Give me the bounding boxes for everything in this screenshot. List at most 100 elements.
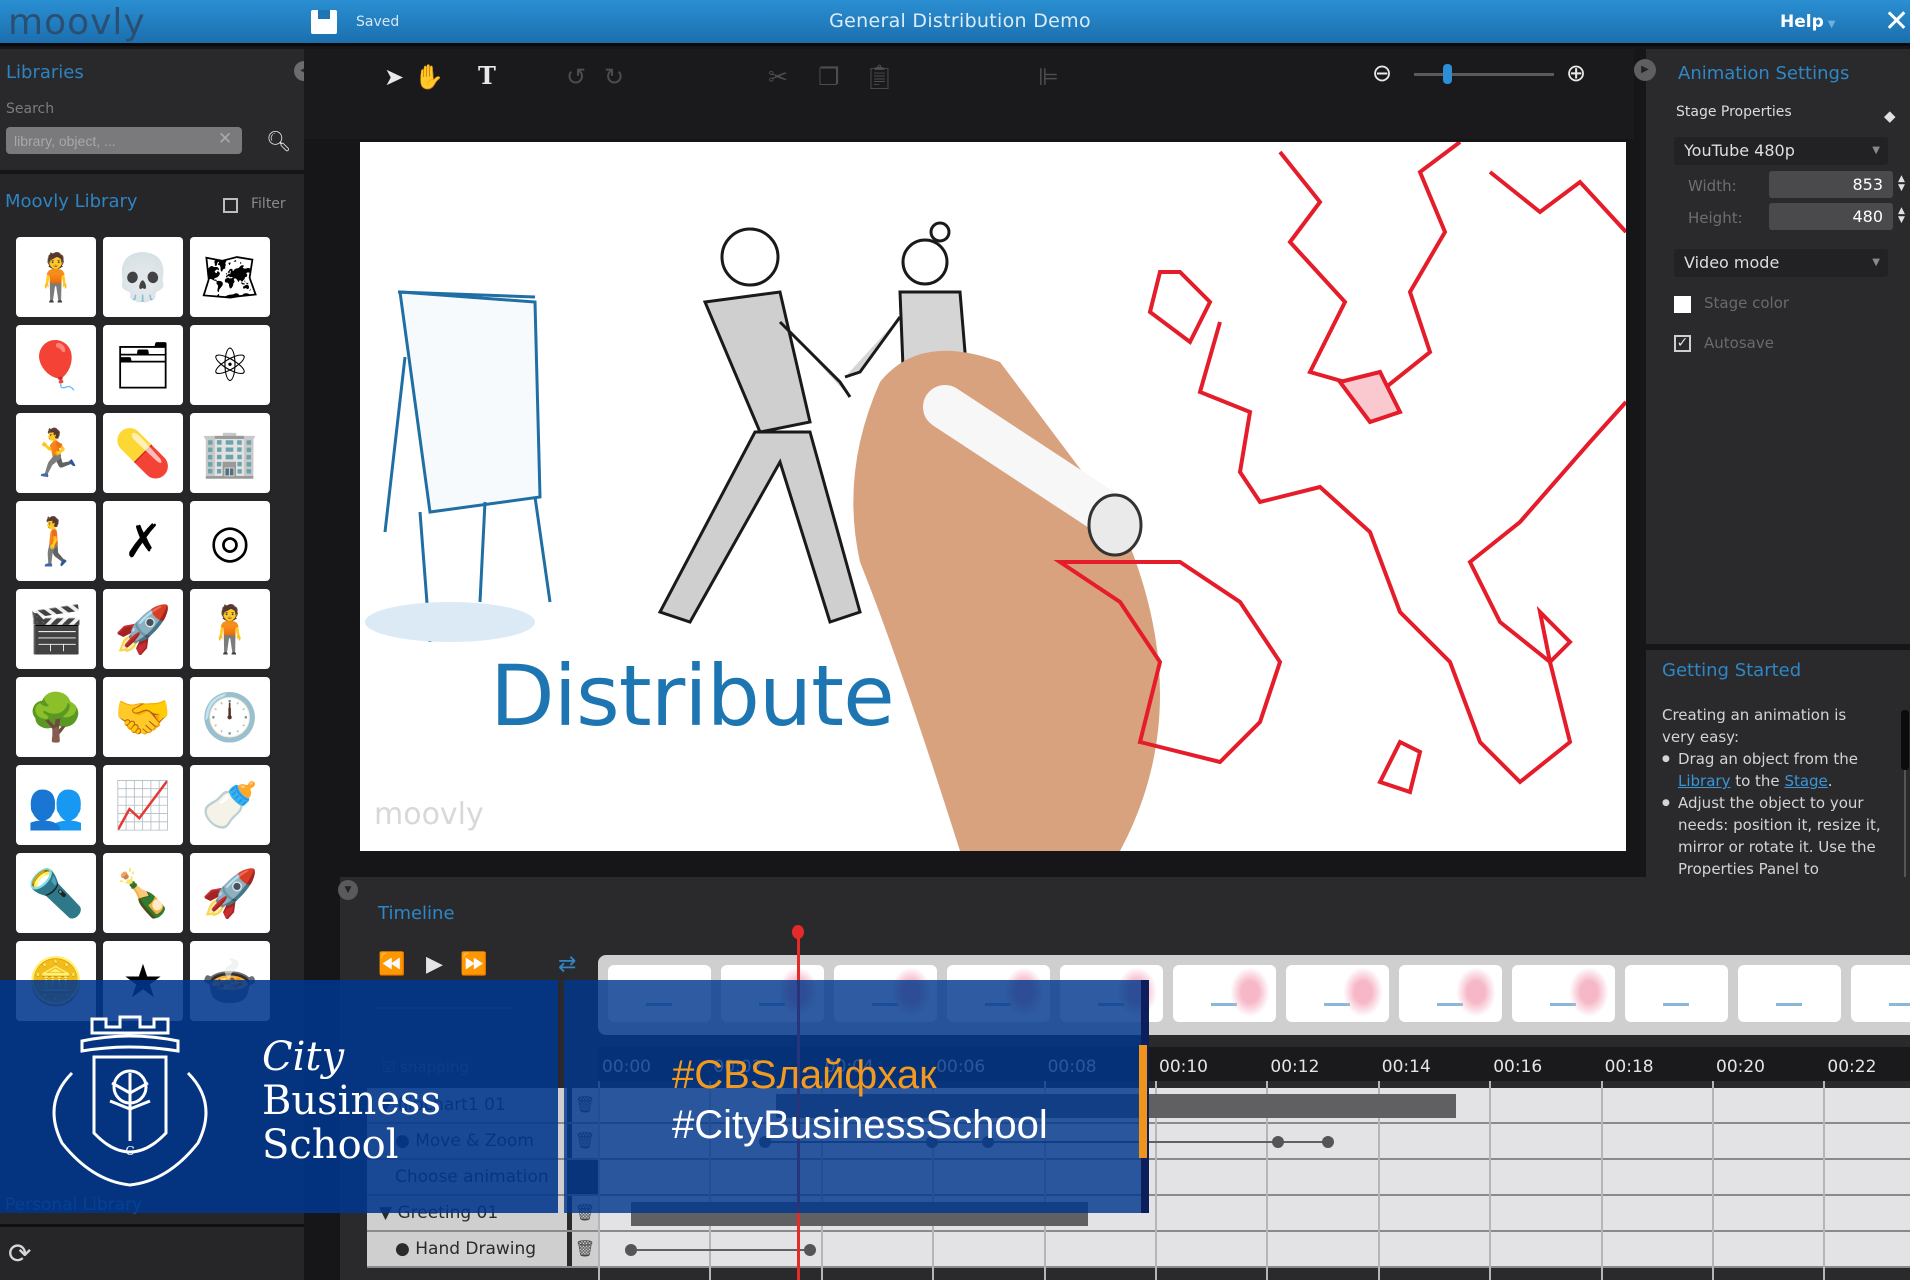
library-grid: 🧍💀🗺🎈🗂⚛🏃💊🏢🚶✗◎🎬🚀🧍🌳🤝🕛👥📈🍼🔦🍾🚀🪙★🍲 xyxy=(16,237,276,1021)
library-item-clapperboard[interactable]: 🎬 xyxy=(16,589,96,669)
library-item-park-scene[interactable]: 🌳 xyxy=(16,677,96,757)
library-item-spotlight[interactable]: 🔦 xyxy=(16,853,96,933)
library-item-crowd-sketch[interactable]: 👥 xyxy=(16,765,96,845)
timeline-row-label[interactable]: ● Hand Drawing xyxy=(367,1232,567,1266)
stage-color-checkbox[interactable] xyxy=(1674,296,1691,313)
select-arrow-icon[interactable]: ➤ xyxy=(384,63,404,91)
scene-thumbnail[interactable] xyxy=(1851,965,1910,1022)
getting-started-title: Getting Started xyxy=(1662,660,1802,681)
school-crest-logo: C xyxy=(52,1015,208,1187)
library-item-wine-bottle[interactable]: 🍾 xyxy=(103,853,183,933)
fast-forward-icon[interactable]: ⏩ xyxy=(460,952,487,977)
library-search-input[interactable] xyxy=(6,127,242,154)
time-gridline xyxy=(1823,1081,1826,1280)
filter-checkbox[interactable] xyxy=(223,198,238,213)
library-item-handshake-people[interactable]: 🤝 xyxy=(103,677,183,757)
library-item-rocket-trail[interactable]: 🚀 xyxy=(103,589,183,669)
accent-bar xyxy=(1139,1045,1147,1158)
autosave-checkbox[interactable]: ✓ xyxy=(1674,335,1691,352)
thumbnail-caption xyxy=(1663,1003,1689,1006)
copy-icon[interactable]: ❐ xyxy=(818,63,840,91)
stage-canvas[interactable]: Distribute moovly xyxy=(360,142,1626,851)
library-item-boy-with-cart[interactable]: 🚶 xyxy=(16,501,96,581)
rewind-icon[interactable]: ⏪ xyxy=(378,952,405,977)
library-item-red-cross[interactable]: ✗ xyxy=(103,501,183,581)
height-input[interactable]: 480 xyxy=(1769,203,1893,230)
zoom-slider[interactable] xyxy=(1414,64,1554,84)
width-input[interactable]: 853 xyxy=(1769,171,1893,198)
library-item-blue-rocket[interactable]: 🚀 xyxy=(190,853,270,933)
library-item-buildings[interactable]: 🏢 xyxy=(190,413,270,493)
zoom-out-icon[interactable]: ⊖ xyxy=(1372,59,1392,87)
scene-thumbnail[interactable] xyxy=(1738,965,1841,1022)
align-icon[interactable]: ⊫ xyxy=(1038,63,1059,91)
animation-span xyxy=(631,1249,810,1251)
library-item-pill[interactable]: 💊 xyxy=(103,413,183,493)
mode-value: Video mode xyxy=(1684,253,1780,272)
right-panel: Animation Settings Stage Properties ◆ Yo… xyxy=(1634,49,1910,889)
library-item-balloon[interactable]: 🎈 xyxy=(16,325,96,405)
scrollbar-thumb[interactable] xyxy=(1901,710,1909,770)
keyframe[interactable] xyxy=(803,1244,816,1256)
school-name: City Business School xyxy=(262,1035,441,1167)
loop-icon[interactable]: ⇄ xyxy=(558,952,576,977)
height-spinner-icon[interactable]: ▲ ▼ xyxy=(1898,207,1905,225)
cut-icon[interactable]: ✂ xyxy=(768,63,788,91)
library-item-banner-stand[interactable]: 🗂 xyxy=(103,325,183,405)
thumbnail-caption xyxy=(1889,1003,1910,1006)
help-label: Help xyxy=(1780,12,1824,32)
zoom-slider-thumb[interactable] xyxy=(1442,64,1452,84)
help-menu[interactable]: Help ▼ xyxy=(1780,12,1835,32)
keyframe[interactable] xyxy=(1321,1136,1334,1148)
drawing-hand xyxy=(853,350,1160,851)
paste-icon[interactable]: 📋︎ xyxy=(864,63,894,91)
moovly-library-title: Moovly Library xyxy=(5,191,138,212)
text-tool-icon[interactable]: T xyxy=(478,61,496,90)
width-spinner-icon[interactable]: ▲ ▼ xyxy=(1898,175,1905,193)
library-item-businessman[interactable]: 🧍 xyxy=(16,237,96,317)
height-label: Height: xyxy=(1688,209,1743,227)
close-icon[interactable]: ✕ xyxy=(1884,4,1909,39)
library-item-standing-man[interactable]: 🧍 xyxy=(190,589,270,669)
library-link[interactable]: Library xyxy=(1678,772,1730,790)
flipchart-drawing[interactable] xyxy=(365,290,552,643)
search-icon[interactable]: 🔍︎ xyxy=(266,129,291,153)
library-item-running-boy[interactable]: 🏃 xyxy=(16,413,96,493)
library-item-milk-bottle[interactable]: 🍼 xyxy=(190,765,270,845)
scene-thumbnail[interactable] xyxy=(1286,965,1389,1022)
scene-thumbnail[interactable] xyxy=(1399,965,1502,1022)
collapse-right-icon[interactable]: ▶ xyxy=(1634,59,1656,81)
library-item-growth-chart[interactable]: 📈 xyxy=(103,765,183,845)
stage-caption[interactable]: Distribute xyxy=(490,647,895,745)
play-icon[interactable]: ▶ xyxy=(426,952,443,977)
scene-thumbnail[interactable] xyxy=(1625,965,1728,1022)
library-item-bicycle-wheel[interactable]: ◎ xyxy=(190,501,270,581)
stage-link[interactable]: Stage xyxy=(1784,772,1827,790)
collapse-timeline-icon[interactable]: ▼ xyxy=(338,880,358,900)
library-item-atomium[interactable]: ⚛ xyxy=(190,325,270,405)
hand-pan-icon[interactable]: ✋ xyxy=(414,63,444,91)
clear-search-icon[interactable]: ✕ xyxy=(218,129,232,149)
trash-icon[interactable]: 🗑 xyxy=(572,1232,598,1266)
redo-icon[interactable]: ↻ xyxy=(604,63,624,91)
zoom-in-icon[interactable]: ⊕ xyxy=(1566,59,1586,87)
scene-thumbnail[interactable] xyxy=(1512,965,1615,1022)
preset-select[interactable]: YouTube 480p ▼ xyxy=(1674,137,1888,165)
mode-select[interactable]: Video mode ▼ xyxy=(1674,249,1888,277)
refresh-icon[interactable]: ⟳ xyxy=(8,1237,31,1270)
animation-settings-panel: Animation Settings Stage Properties ◆ Yo… xyxy=(1646,49,1910,644)
undo-icon[interactable]: ↺ xyxy=(566,63,586,91)
keyframe[interactable] xyxy=(1271,1136,1284,1148)
stage-area: Distribute moovly xyxy=(340,139,1634,889)
library-item-clock[interactable]: 🕛 xyxy=(190,677,270,757)
stage-properties-label: Stage Properties xyxy=(1676,104,1792,120)
pin-icon[interactable]: ◆ xyxy=(1884,107,1896,125)
autosave-label: Autosave xyxy=(1704,334,1774,352)
keyframe[interactable] xyxy=(625,1244,638,1256)
scene-thumbnail[interactable] xyxy=(1173,965,1276,1022)
step-text: . xyxy=(1827,772,1833,790)
library-item-blue-skeleton[interactable]: 💀 xyxy=(103,237,183,317)
document-title[interactable]: General Distribution Demo xyxy=(0,10,1910,32)
library-item-italy-map[interactable]: 🗺 xyxy=(190,237,270,317)
businessman-drawing[interactable] xyxy=(657,227,862,624)
